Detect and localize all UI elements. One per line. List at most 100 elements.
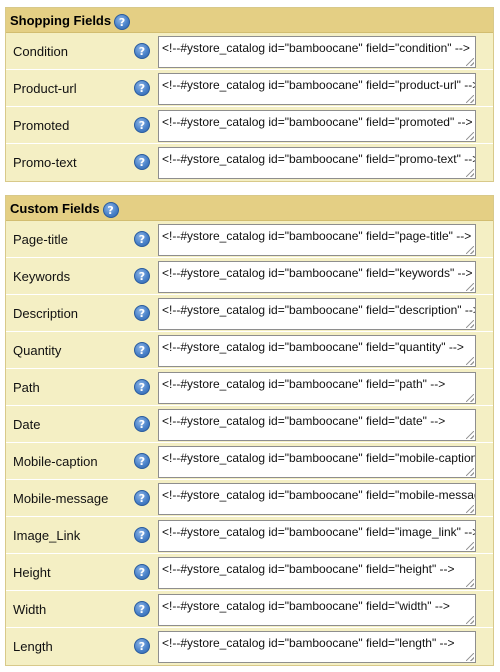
help-question-icon[interactable]: ?: [134, 453, 150, 469]
page-title-textarea[interactable]: <!--#ystore_catalog id="bamboocane" fiel…: [158, 224, 476, 256]
resize-grip-icon[interactable]: [466, 58, 474, 66]
field-label: Height: [13, 564, 51, 580]
resize-grip-icon[interactable]: [466, 95, 474, 103]
resize-grip-icon[interactable]: [466, 505, 474, 513]
field-row-product-url: Product-url? <!--#ystore_catalog id="bamb…: [6, 70, 493, 107]
resize-grip-icon[interactable]: [466, 542, 474, 550]
field-value: <!--#ystore_catalog id="bamboocane" fiel…: [162, 562, 455, 576]
help-question-icon[interactable]: ?: [114, 14, 131, 30]
help-question-icon[interactable]: ?: [134, 117, 150, 133]
image-link-textarea[interactable]: <!--#ystore_catalog id="bamboocane" fiel…: [158, 520, 476, 552]
field-label: Promo-text: [13, 155, 77, 170]
help-question-icon[interactable]: ?: [134, 601, 150, 617]
field-value: <!--#ystore_catalog id="bamboocane" fiel…: [162, 41, 470, 55]
help-question-icon[interactable]: ?: [134, 268, 150, 284]
field-value: <!--#ystore_catalog id="bamboocane" fiel…: [162, 636, 455, 650]
field-value: <!--#ystore_catalog id="bamboocane" fiel…: [162, 414, 446, 428]
field-label: Keywords: [13, 268, 71, 284]
field-row-mobile-message: Mobile-message? <!--#ystore_catalog id="b…: [6, 480, 493, 517]
resize-grip-icon[interactable]: [466, 132, 474, 140]
description-textarea[interactable]: <!--#ystore_catalog id="bamboocane" fiel…: [158, 298, 476, 330]
help-question-icon[interactable]: ?: [134, 305, 150, 321]
field-value: <!--#ystore_catalog id="bamboocane" fiel…: [162, 340, 464, 354]
field-value: <!--#ystore_catalog id="bamboocane" fiel…: [162, 525, 476, 539]
help-question-icon[interactable]: ?: [134, 231, 150, 247]
field-row-date: Date? <!--#ystore_catalog id="bamboocane"…: [6, 406, 493, 443]
length-textarea[interactable]: <!--#ystore_catalog id="bamboocane" fiel…: [158, 631, 476, 663]
field-row-promo-text: Promo-text? <!--#ystore_catalog id="bambo…: [6, 144, 493, 181]
help-question-icon[interactable]: ?: [134, 564, 150, 580]
field-row-quantity: Quantity? <!--#ystore_catalog id="bambooc…: [6, 332, 493, 369]
shopping-fields-header: Shopping Fields ?: [6, 8, 493, 33]
field-label: Condition: [13, 43, 68, 59]
resize-grip-icon[interactable]: [466, 653, 474, 661]
field-row-width: Width? <!--#ystore_catalog id="bamboocane…: [6, 591, 493, 628]
field-label: Date: [13, 416, 41, 432]
date-textarea[interactable]: <!--#ystore_catalog id="bamboocane" fiel…: [158, 409, 476, 441]
help-question-icon[interactable]: ?: [134, 638, 150, 654]
field-value: <!--#ystore_catalog id="bamboocane" fiel…: [162, 377, 446, 391]
mobile-caption-textarea[interactable]: <!--#ystore_catalog id="bamboocane" fiel…: [158, 446, 476, 478]
help-question-icon[interactable]: ?: [134, 342, 150, 358]
resize-grip-icon[interactable]: [466, 431, 474, 439]
field-label: Mobile-caption: [13, 453, 98, 469]
shopping-fields-section: Shopping Fields ? Condition? <!--#ystore_…: [5, 7, 494, 182]
help-question-icon[interactable]: ?: [134, 416, 150, 432]
help-question-icon[interactable]: ?: [134, 527, 150, 543]
height-textarea[interactable]: <!--#ystore_catalog id="bamboocane" fiel…: [158, 557, 476, 589]
help-question-icon[interactable]: ?: [134, 379, 150, 395]
promo-text-textarea[interactable]: <!--#ystore_catalog id="bamboocane" fiel…: [158, 147, 476, 179]
field-label: Promoted: [13, 117, 70, 133]
custom-fields-section: Custom Fields ? Page-title? <!--#ystore_c…: [5, 195, 494, 666]
field-row-description: Description? <!--#ystore_catalog id="bamb…: [6, 295, 493, 332]
resize-grip-icon[interactable]: [466, 283, 474, 291]
field-value: <!--#ystore_catalog id="bamboocane" fiel…: [162, 229, 472, 243]
condition-textarea[interactable]: <!--#ystore_catalog id="bamboocane" fiel…: [158, 36, 476, 68]
keywords-textarea[interactable]: <!--#ystore_catalog id="bamboocane" fiel…: [158, 261, 476, 293]
resize-grip-icon[interactable]: [466, 468, 474, 476]
mobile-message-textarea[interactable]: <!--#ystore_catalog id="bamboocane" fiel…: [158, 483, 476, 515]
product-url-textarea[interactable]: <!--#ystore_catalog id="bamboocane" fiel…: [158, 73, 476, 105]
field-value: <!--#ystore_catalog id="bamboocane" fiel…: [162, 451, 476, 465]
help-question-icon[interactable]: ?: [134, 80, 150, 96]
field-label: Width: [13, 601, 47, 617]
resize-grip-icon[interactable]: [466, 579, 474, 587]
quantity-textarea[interactable]: <!--#ystore_catalog id="bamboocane" fiel…: [158, 335, 476, 367]
field-label: Quantity: [13, 342, 62, 358]
field-value: <!--#ystore_catalog id="bamboocane" fiel…: [162, 78, 476, 92]
resize-grip-icon[interactable]: [466, 394, 474, 402]
help-question-icon[interactable]: ?: [102, 202, 119, 218]
help-question-icon[interactable]: ?: [134, 43, 150, 59]
field-label: Mobile-message: [13, 490, 109, 506]
field-row-length: Length? <!--#ystore_catalog id="bamboocan…: [6, 628, 493, 665]
field-row-image-link: Image_Link? <!--#ystore_catalog id="bambo…: [6, 517, 493, 554]
section-title: Custom Fields: [10, 200, 100, 216]
resize-grip-icon[interactable]: [466, 357, 474, 365]
field-label: Page-title: [13, 231, 68, 247]
path-textarea[interactable]: <!--#ystore_catalog id="bamboocane" fiel…: [158, 372, 476, 404]
field-label: Image_Link: [13, 527, 81, 543]
field-value: <!--#ystore_catalog id="bamboocane" fiel…: [162, 599, 450, 613]
field-label: Description: [13, 305, 79, 321]
field-row-page-title: Page-title? <!--#ystore_catalog id="bambo…: [6, 221, 493, 258]
field-row-mobile-caption: Mobile-caption? <!--#ystore_catalog id="b…: [6, 443, 493, 480]
field-value: <!--#ystore_catalog id="bamboocane" fiel…: [162, 488, 476, 502]
field-row-keywords: Keywords? <!--#ystore_catalog id="bambooc…: [6, 258, 493, 295]
promoted-textarea[interactable]: <!--#ystore_catalog id="bamboocane" fiel…: [158, 110, 476, 142]
field-value: <!--#ystore_catalog id="bamboocane" fiel…: [162, 303, 476, 317]
field-label: Path: [13, 379, 40, 395]
width-textarea[interactable]: <!--#ystore_catalog id="bamboocane" fiel…: [158, 594, 476, 626]
help-question-icon[interactable]: ?: [134, 490, 150, 506]
help-question-icon[interactable]: ?: [134, 154, 150, 170]
resize-grip-icon[interactable]: [466, 246, 474, 254]
resize-grip-icon[interactable]: [466, 320, 474, 328]
field-row-promoted: Promoted? <!--#ystore_catalog id="bambooc…: [6, 107, 493, 144]
resize-grip-icon[interactable]: [466, 169, 474, 177]
section-title: Shopping Fields: [10, 12, 112, 28]
field-row-path: Path? <!--#ystore_catalog id="bamboocane"…: [6, 369, 493, 406]
field-value: <!--#ystore_catalog id="bamboocane" fiel…: [162, 152, 476, 166]
resize-grip-icon[interactable]: [466, 616, 474, 624]
field-value: <!--#ystore_catalog id="bamboocane" fiel…: [162, 115, 473, 129]
fields-panel: Shopping Fields ? Condition? <!--#ystore_…: [0, 0, 500, 672]
field-label: Product-url: [13, 80, 77, 96]
